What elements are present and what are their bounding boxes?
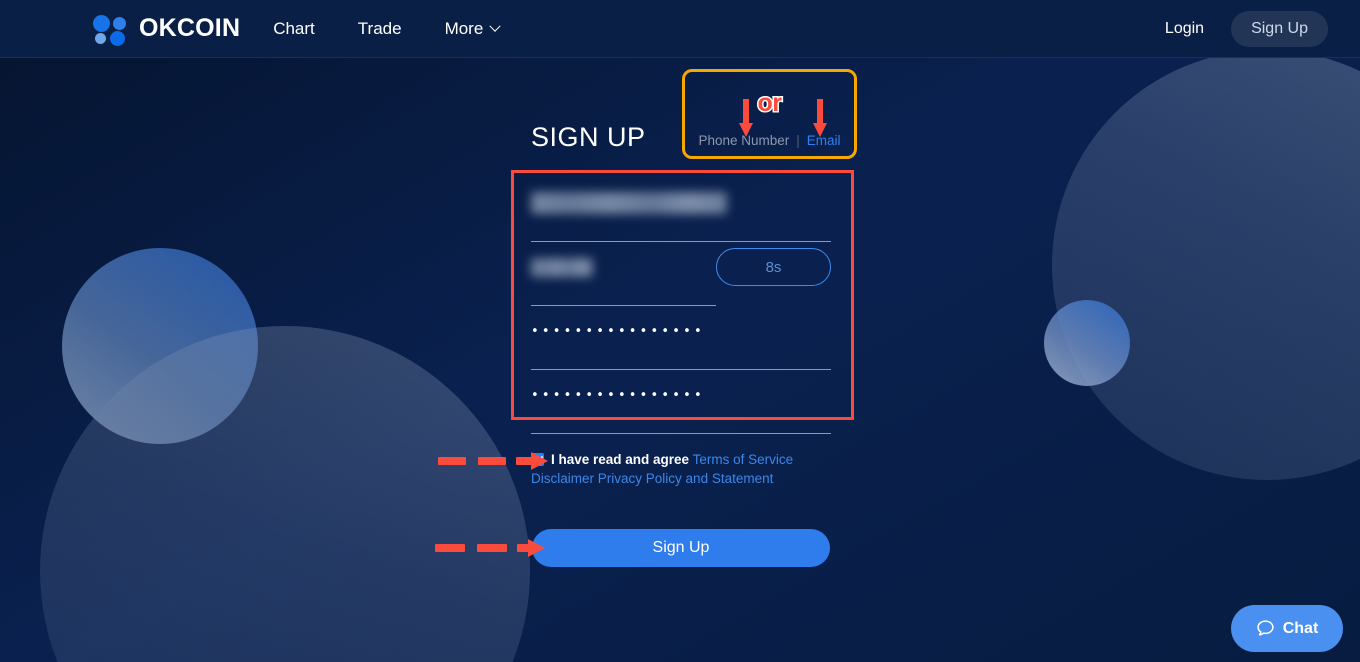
signup-method-tabs: Phone Number | Email: [685, 133, 854, 148]
field-verification-code[interactable]: 8s: [531, 242, 831, 306]
dashed-arrow-right-icon-checkbox: [438, 452, 548, 470]
signup-submit-button[interactable]: Sign Up: [532, 529, 830, 567]
nav-item-chart[interactable]: Chart: [273, 19, 315, 39]
header-actions: Login Sign Up: [1165, 10, 1328, 47]
tab-email[interactable]: Email: [807, 133, 841, 148]
field-email[interactable]: [531, 178, 831, 242]
agreement-block: I have read and agree Terms of Service D…: [531, 450, 831, 488]
chevron-down-icon: [489, 20, 501, 32]
signup-form: 8s •••••••••••••••• ••••••••••••••••: [531, 178, 831, 434]
nav-item-chart-label: Chart: [273, 18, 315, 38]
chat-widget-button[interactable]: Chat: [1231, 605, 1343, 652]
link-disclaimer[interactable]: Disclaimer: [531, 471, 594, 486]
field-password[interactable]: ••••••••••••••••: [531, 306, 831, 370]
signup-page: OKCOIN Chart Trade More Login Sign Up SI…: [0, 0, 1360, 662]
login-link[interactable]: Login: [1165, 20, 1204, 38]
main-nav: Chart Trade More: [273, 19, 542, 39]
verification-code-redacted-value: [531, 258, 593, 277]
chat-widget-label: Chat: [1282, 619, 1319, 637]
password-field-value: ••••••••••••••••: [531, 324, 705, 339]
link-terms-of-service[interactable]: Terms of Service: [693, 452, 794, 467]
agreement-label: I have read and agree: [551, 452, 690, 467]
email-field-redacted-value: [531, 192, 727, 214]
or-annotation-label: or: [756, 88, 784, 119]
decor-circle-right-gray: [1052, 50, 1360, 480]
chat-bubble-icon: [1256, 619, 1275, 638]
logo[interactable]: OKCOIN: [93, 14, 241, 46]
tab-separator: |: [796, 133, 800, 148]
site-header: OKCOIN Chart Trade More Login Sign Up: [0, 0, 1360, 58]
field-confirm-password[interactable]: ••••••••••••••••: [531, 370, 831, 434]
confirm-password-field-underline: [531, 433, 831, 434]
logo-text: OKCOIN: [139, 14, 241, 42]
page-title: SIGN UP: [531, 122, 646, 152]
nav-item-more-label: More: [444, 18, 484, 38]
decor-circle-right-blue: [1044, 300, 1130, 386]
nav-item-trade-label: Trade: [357, 18, 402, 38]
signup-method-callout: or Phone Number | Email: [682, 69, 857, 159]
nav-item-more[interactable]: More: [444, 18, 501, 39]
dashed-arrow-right-icon-submit: [435, 539, 545, 557]
link-privacy-policy[interactable]: Privacy Policy and Statement: [598, 471, 774, 486]
okcoin-dots-logo-icon: [93, 14, 131, 46]
send-code-timer-button[interactable]: 8s: [716, 248, 831, 286]
confirm-password-field-value: ••••••••••••••••: [531, 388, 705, 403]
tab-phone-number[interactable]: Phone Number: [698, 133, 789, 148]
nav-item-trade[interactable]: Trade: [358, 19, 402, 39]
header-signup-button[interactable]: Sign Up: [1231, 10, 1328, 47]
